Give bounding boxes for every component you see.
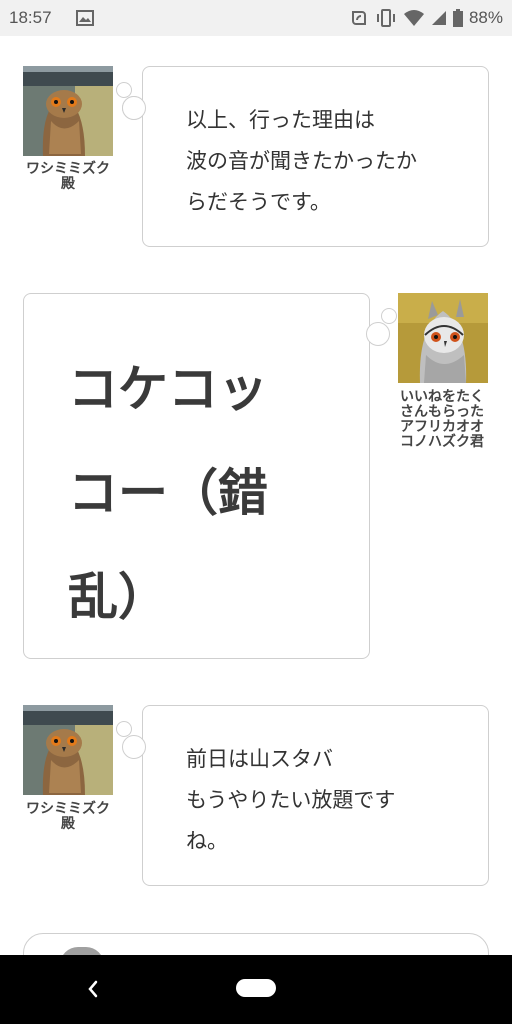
speech-tail-cover xyxy=(122,96,146,120)
speech-bubble: 以上、行った理由は 波の音が聞きたかったか らだそうです。 xyxy=(142,66,489,247)
battery-percent: 88% xyxy=(468,8,503,27)
message-text: 以上、行った理由は 波の音が聞きたかったか らだそうです。 xyxy=(186,108,417,214)
avatar-eagle-owl[interactable] xyxy=(23,66,113,156)
avatar-name: ワシミミズク殿 xyxy=(26,801,110,832)
vibrate-icon xyxy=(375,8,397,28)
gallery-notification-icon xyxy=(76,10,94,26)
navigation-bar xyxy=(0,955,512,1024)
speech-bubble: コケコッ コー（錯 乱） xyxy=(23,293,370,659)
status-icons: 88% xyxy=(349,8,503,28)
speech-tail-big xyxy=(122,735,146,759)
avatar-name: ワシミミズク殿 xyxy=(26,161,110,192)
cell-signal-icon xyxy=(431,10,447,26)
status-time: 18:57 xyxy=(9,8,52,27)
avatar-name: いいねをたくさんもらったアフリカオオコノハズク君 xyxy=(400,389,484,450)
home-icon[interactable] xyxy=(236,979,276,997)
status-bar: 18:57 88% xyxy=(0,0,512,36)
message-text: コケコッ コー（錯 乱） xyxy=(68,360,268,626)
message-text: 前日は山スタバ もうやりたい放題です ね。 xyxy=(186,747,396,853)
avatar-eagle-owl[interactable] xyxy=(23,705,113,795)
wifi-icon xyxy=(403,9,425,27)
avatar-scops-owl[interactable] xyxy=(398,293,488,383)
speech-tail-big xyxy=(366,322,390,346)
battery-icon xyxy=(452,9,463,27)
speech-bubble: 前日は山スタバ もうやりたい放題です ね。 xyxy=(142,705,489,886)
speech-tail-small xyxy=(381,308,397,324)
back-icon[interactable] xyxy=(86,977,100,1005)
nfc-icon xyxy=(349,8,369,28)
